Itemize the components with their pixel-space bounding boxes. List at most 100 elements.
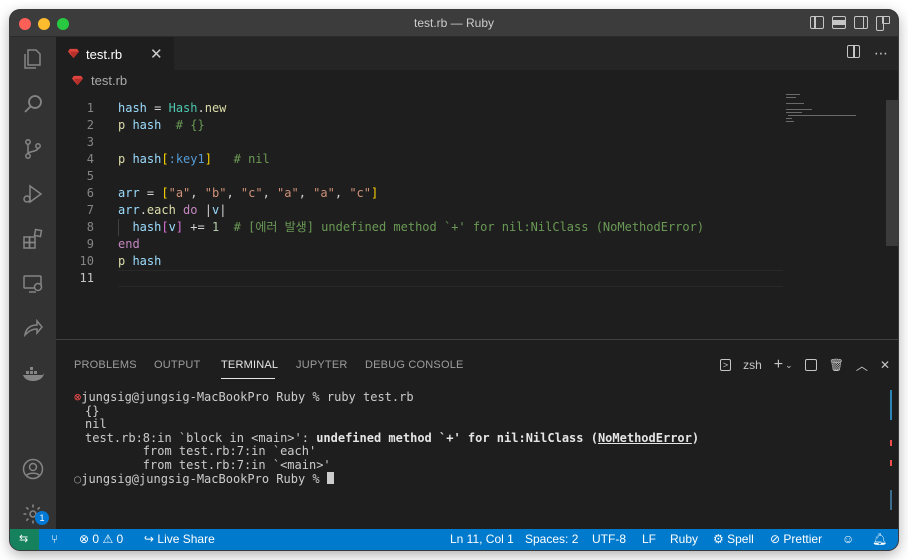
remote-indicator[interactable]: ⇆	[10, 529, 39, 550]
code-line[interactable]: 2 p hash # {}	[56, 117, 846, 134]
code-line[interactable]: 3	[56, 134, 846, 151]
ruby-file-icon	[72, 75, 83, 86]
code-token: end	[118, 237, 140, 251]
more-actions-icon[interactable]: ⋯	[874, 45, 888, 62]
close-panel-icon[interactable]: ✕	[880, 358, 890, 372]
customize-layout-icon[interactable]	[876, 16, 890, 31]
split-terminal-icon[interactable]	[804, 359, 817, 371]
breadcrumb-file[interactable]: test.rb	[91, 73, 127, 88]
terminal-line: from test.rb:7:in `each'	[85, 444, 317, 458]
tab-jupyter[interactable]: JUPYTER	[296, 359, 348, 371]
code-token: "a"	[277, 186, 299, 200]
code-token: ,	[262, 186, 278, 200]
code-line[interactable]: 5	[56, 168, 846, 185]
tab-debug-console[interactable]: DEBUG CONSOLE	[365, 359, 464, 371]
live-share-icon[interactable]	[21, 317, 45, 341]
close-tab-icon[interactable]: ✕	[150, 45, 163, 63]
code-line[interactable]: 10 p hash	[56, 253, 846, 270]
end-of-line[interactable]: LF	[642, 532, 656, 546]
code-text: hash[v] += 1 # [에러 발생] undefined method …	[118, 219, 704, 236]
language-mode[interactable]: Ruby	[670, 532, 698, 546]
code-line[interactable]: 7 arr.each do |v|	[56, 202, 846, 219]
toggle-secondary-sidebar-icon[interactable]	[854, 16, 868, 29]
code-token: "c"	[240, 186, 263, 200]
line-number: 7	[86, 203, 94, 217]
code-line[interactable]: 1 hash = Hash.new	[56, 100, 846, 117]
code-token: p	[118, 254, 133, 268]
code-token: "c"	[349, 186, 371, 200]
editor-scrollbar[interactable]	[886, 100, 898, 246]
problems-status[interactable]: ⊗ 0 ⚠ 0	[79, 532, 123, 546]
terminal-shell-icon: >	[719, 359, 732, 371]
line-number: 11	[79, 271, 94, 285]
code-token: ,	[298, 186, 314, 200]
current-line-highlight	[118, 270, 783, 287]
terminal-dropdown-icon[interactable]: ⌄	[785, 360, 793, 371]
toggle-panel-icon[interactable]	[832, 16, 846, 29]
status-bar: ⇆ ⑂ ⊗ 0 ⚠ 0 ↪ Live Share Ln 11, Col 1 Sp…	[10, 529, 898, 550]
code-token: ,	[190, 186, 205, 200]
tab-output[interactable]: OUTPUT	[154, 359, 200, 371]
notifications-bell-icon[interactable]: 🔔︎	[872, 532, 887, 546]
code-token: hash	[118, 101, 147, 115]
activity-bar: 1	[10, 37, 56, 529]
code-token: # [에러 발생] undefined method `+' for nil:N…	[219, 220, 705, 234]
code-line[interactable]: 6 arr = ["a", "b", "c", "a", "a", "c"]	[56, 185, 846, 202]
remote-explorer-icon[interactable]	[21, 272, 45, 296]
tab-problems[interactable]: PROBLEMS	[74, 359, 137, 371]
code-token: |	[204, 203, 212, 217]
docker-icon[interactable]	[21, 362, 45, 386]
run-and-debug-icon[interactable]	[21, 182, 45, 206]
code-token: Hash	[168, 101, 198, 115]
settings-update-badge: 1	[35, 511, 49, 525]
code-token: hash	[132, 220, 162, 234]
terminal-scrollbar[interactable]	[890, 390, 892, 510]
code-token: # nil	[211, 152, 270, 166]
feedback-icon[interactable]: ☺	[842, 532, 854, 546]
line-number: 4	[86, 152, 94, 166]
bottom-panel: PROBLEMS OUTPUT TERMINAL JUPYTER DEBUG C…	[56, 339, 898, 529]
code-line[interactable]: 9 end	[56, 236, 846, 253]
new-terminal-icon[interactable]: +	[774, 356, 783, 374]
kill-terminal-icon[interactable]: 🗑︎	[829, 358, 844, 372]
code-token: ]	[204, 152, 212, 166]
remote-icon: ⇆	[19, 533, 29, 545]
code-line[interactable]: 4 p hash[:key1] # nil	[56, 151, 846, 168]
line-number: 1	[86, 101, 94, 115]
code-editor[interactable]: 1 hash = Hash.new 2 p hash # {} 3 4 p hash[:ke…	[56, 92, 898, 339]
code-token: hash	[132, 118, 162, 132]
code-token: [	[161, 152, 169, 166]
account-icon[interactable]	[21, 457, 45, 481]
prettier-status[interactable]: ⊘ Prettier	[770, 532, 822, 546]
live-share-button[interactable]: ↪ Live Share	[144, 532, 215, 546]
code-token: +=	[183, 220, 212, 234]
terminal-shell-name[interactable]: zsh	[743, 358, 762, 372]
ruby-file-icon	[68, 48, 79, 59]
spell-icon: ⚙	[713, 532, 724, 546]
source-control-icon[interactable]	[21, 137, 45, 161]
toggle-primary-sidebar-icon[interactable]	[810, 16, 824, 29]
split-editor-icon[interactable]	[847, 45, 860, 58]
cursor-position[interactable]: Ln 11, Col 1	[450, 532, 514, 546]
spell-checker[interactable]: ⚙ Spell	[713, 532, 754, 546]
tab-terminal[interactable]: TERMINAL	[221, 359, 278, 371]
code-token: ]	[175, 220, 184, 234]
explorer-icon[interactable]	[21, 47, 45, 71]
code-token: p	[118, 152, 133, 166]
code-token: =	[146, 101, 169, 115]
live-share-status-icon: ↪	[144, 532, 155, 546]
encoding[interactable]: UTF-8	[592, 532, 626, 546]
maximize-panel-icon[interactable]: ︿	[856, 357, 868, 374]
code-text: arr = ["a", "b", "c", "a", "a", "c"]	[118, 185, 378, 202]
code-line[interactable]: 8 hash[v] += 1 # [에러 발생] undefined metho…	[56, 219, 846, 236]
code-token: ,	[226, 186, 241, 200]
indentation[interactable]: Spaces: 2	[525, 532, 578, 546]
code-line[interactable]: 11	[56, 270, 846, 287]
extensions-icon[interactable]	[21, 227, 45, 251]
tab-test-rb[interactable]: test.rb ✕	[56, 37, 174, 70]
search-icon[interactable]	[21, 92, 45, 116]
source-control-status-icon[interactable]: ⑂	[51, 532, 58, 546]
terminal-line[interactable]: ○jungsig@jungsig-MacBookPro Ruby %	[74, 472, 334, 487]
title-bar: test.rb — Ruby	[10, 10, 898, 37]
